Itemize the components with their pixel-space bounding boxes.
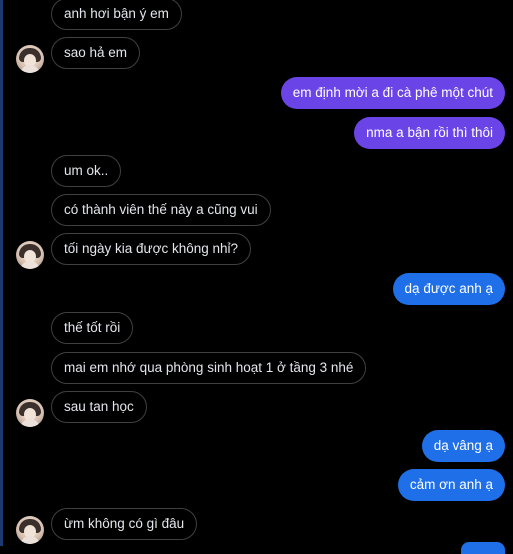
message-bubble-incoming[interactable]: tối ngày kia được không nhỉ? (51, 233, 251, 265)
message-bubble-outgoing[interactable]: nma a bận rồi thì thôi (354, 117, 505, 149)
message-bubble-outgoing[interactable]: em định mời a đi cà phê một chút (280, 77, 505, 109)
contact-avatar-icon[interactable] (16, 516, 44, 544)
message-bubble-incoming[interactable]: sao hả em (51, 37, 141, 69)
message-bubble-incoming[interactable]: um ok.. (51, 155, 122, 187)
message-bubble-outgoing[interactable]: dạ được anh ạ (392, 273, 505, 305)
contact-avatar-icon[interactable] (16, 45, 44, 73)
message-bubble-incoming[interactable]: anh hơi bận ý em (51, 0, 182, 30)
message-bubble-incoming[interactable]: sau tan học (51, 391, 147, 423)
message-bubble-outgoing[interactable]: cảm ơn anh ạ (397, 469, 505, 501)
window-left-edge (0, 0, 3, 546)
message-bubble-incoming[interactable]: thế tốt rồi (51, 312, 134, 344)
message-bubble-incoming[interactable]: ừm không có gì đâu (51, 508, 198, 540)
contact-avatar-icon[interactable] (16, 399, 44, 427)
contact-avatar-icon[interactable] (16, 241, 44, 269)
message-bubble-incoming[interactable]: mai em nhớ qua phòng sinh hoạt 1 ở tầng … (51, 352, 367, 384)
message-bubble-incoming[interactable]: có thành viên thế này a cũng vui (51, 194, 271, 226)
message-bubble-outgoing[interactable]: dạ vâng ạ (421, 430, 505, 462)
message-bubble-outgoing-partial (461, 542, 505, 554)
